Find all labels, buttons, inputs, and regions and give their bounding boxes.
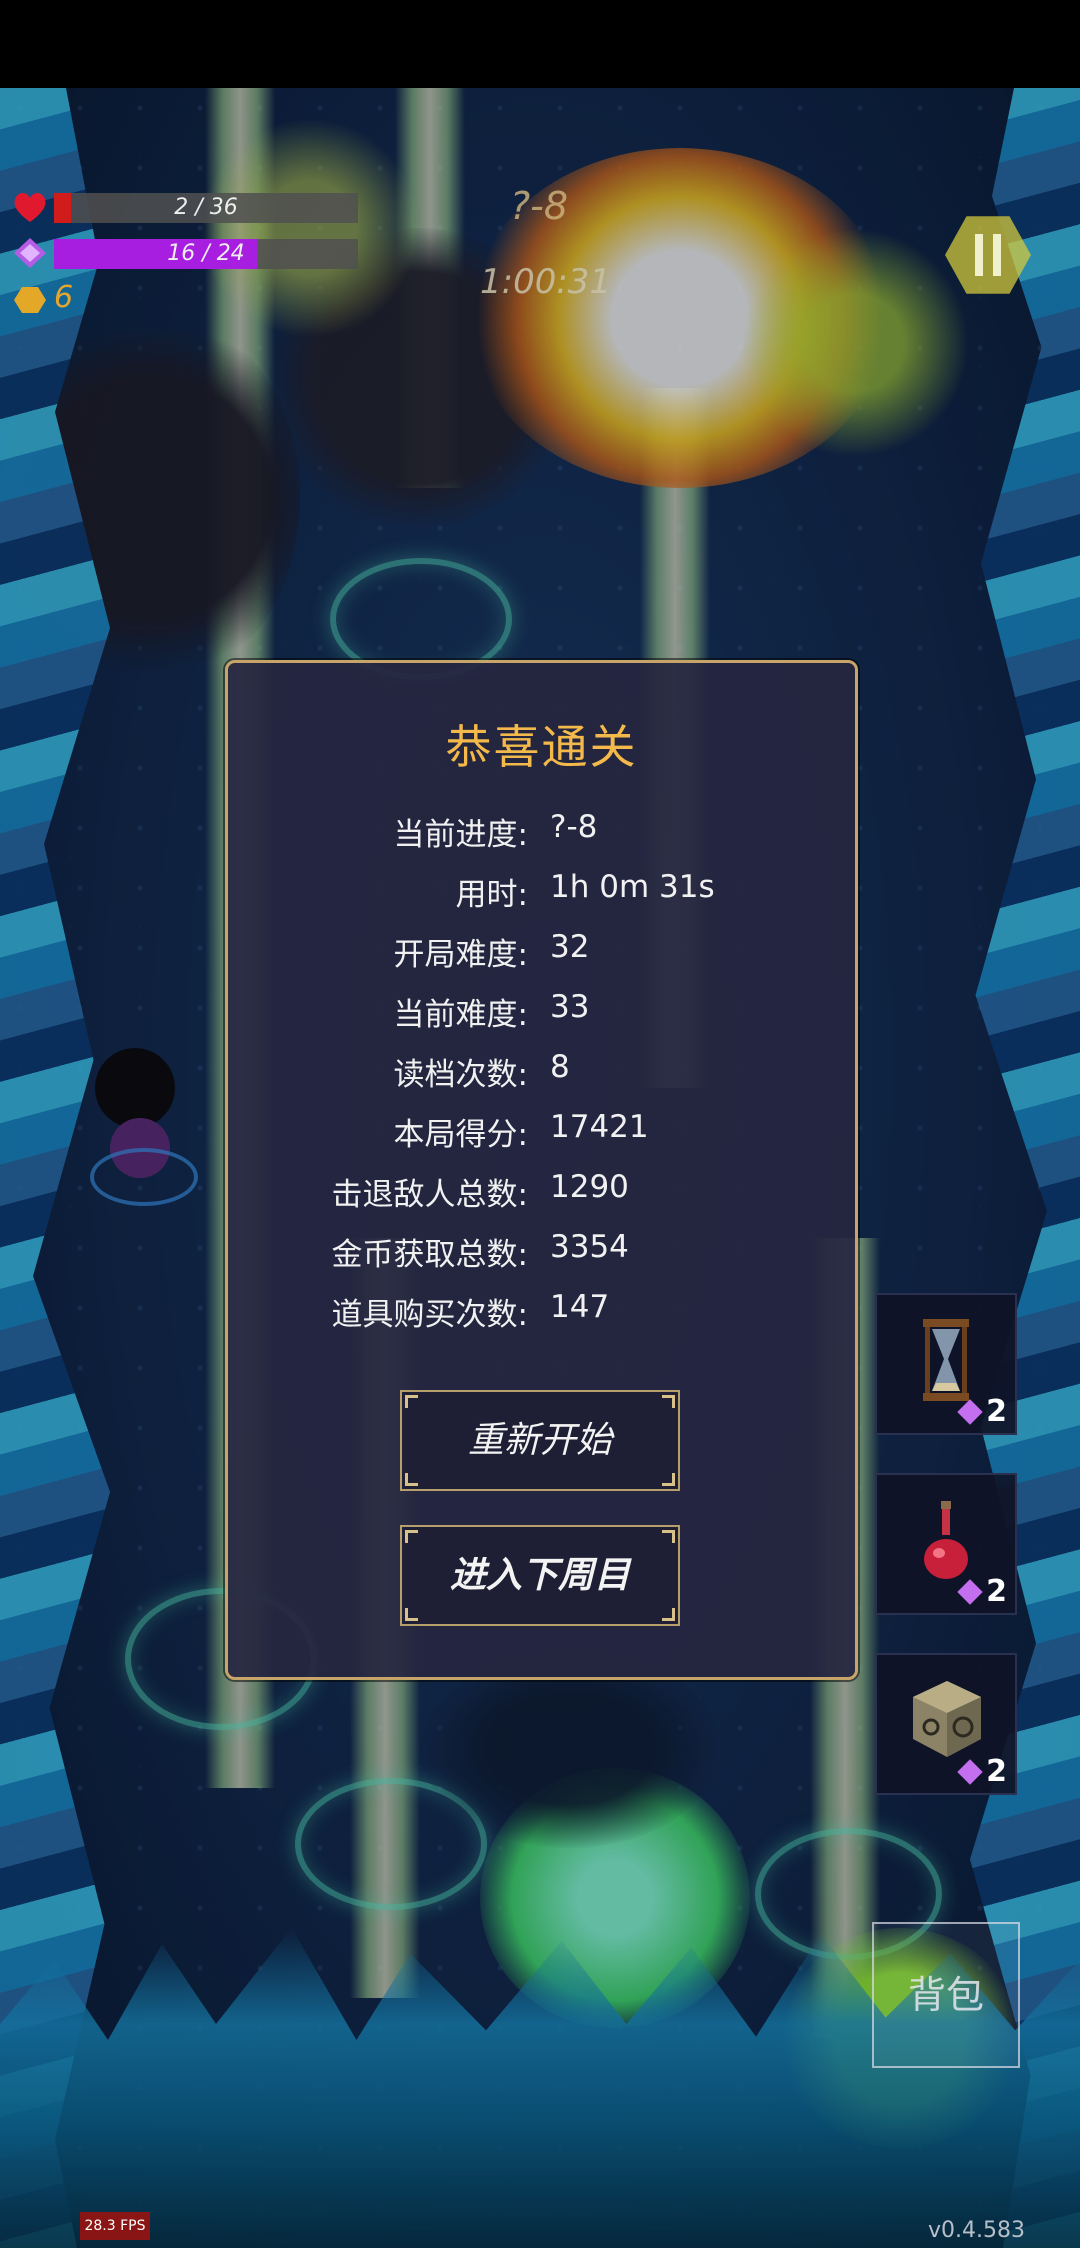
frame-corner [662,1608,675,1621]
fps-counter: 28.3 FPS [80,2212,150,2240]
restart-button[interactable]: 重新开始 [400,1390,680,1491]
gold-coin-icon [14,287,46,313]
heart-icon [14,192,46,222]
backpack-button[interactable]: 背包 [872,1922,1020,2068]
item-slot-rune-cube[interactable]: 2 [875,1653,1017,1795]
item-slot-potion[interactable]: 2 [875,1473,1017,1615]
stat-label: 金币获取总数: [331,1237,528,1273]
pause-icon [975,234,983,276]
stat-value: 17421 [550,1109,649,1145]
status-bar-area [0,0,1080,88]
stat-label: 道具购买次数: [331,1297,528,1333]
frame-corner [405,1395,418,1408]
restart-label: 重新开始 [467,1420,612,1461]
stat-row: 金币获取总数: 3354 [228,1229,855,1273]
level-complete-dialog: 恭喜通关 当前进度: ?-8 用时: 1h 0m 31s 开局难度: 32 当前… [225,660,858,1680]
stat-value: 32 [550,929,590,965]
stat-row: 用时: 1h 0m 31s [228,869,855,913]
gold-count: 6 [54,280,74,315]
stat-value: 3354 [550,1229,629,1265]
frame-corner [662,1395,675,1408]
frame-corner [662,1473,675,1486]
stat-value: 147 [550,1289,610,1325]
pause-icon [993,234,1001,276]
item-count: 2 [986,1394,1007,1429]
hp-bar: 2 / 36 [54,193,358,223]
frame-corner [662,1530,675,1543]
stat-value: ?-8 [550,809,598,845]
frame-corner [405,1530,418,1543]
stat-label: 击退敌人总数: [331,1177,528,1213]
stat-value: 33 [550,989,590,1025]
stat-value: 1290 [550,1169,629,1205]
stat-label: 读档次数: [393,1057,528,1093]
stat-row: 击退敌人总数: 1290 [228,1169,855,1213]
stat-label: 开局难度: [393,937,528,973]
next-cycle-label: 进入下周目 [449,1555,630,1596]
stat-row: 道具购买次数: 147 [228,1289,855,1333]
stat-label: 当前进度: [393,817,528,853]
next-cycle-button[interactable]: 进入下周目 [400,1525,680,1626]
mana-text: 16 / 24 [167,241,245,266]
stat-row: 读档次数: 8 [228,1049,855,1093]
stat-label: 当前难度: [393,997,528,1033]
red-potion-icon [924,1501,968,1579]
frame-corner [405,1473,418,1486]
item-count: 2 [986,1574,1007,1609]
elapsed-timer: 1:00:31 [480,262,612,302]
gem-icon [957,1579,983,1605]
item-count: 2 [986,1754,1007,1789]
level-indicator: ?-8 [510,184,569,228]
hourglass-icon [923,1319,969,1401]
stat-value: 8 [550,1049,570,1085]
gem-icon [957,1759,983,1785]
frame-corner [405,1608,418,1621]
stat-label: 用时: [455,877,528,913]
mana-gem-icon [14,238,46,268]
stat-row: 当前进度: ?-8 [228,809,855,853]
stat-row: 当前难度: 33 [228,989,855,1033]
rune-cube-icon [913,1681,981,1757]
stat-label: 本局得分: [393,1117,528,1153]
stat-row: 本局得分: 17421 [228,1109,855,1153]
gem-icon [957,1399,983,1425]
stat-value: 1h 0m 31s [550,869,715,905]
dialog-title: 恭喜通关 [445,720,638,774]
mana-bar: 16 / 24 [54,239,358,269]
version-label: v0.4.583 [928,2218,1025,2243]
stat-row: 开局难度: 32 [228,929,855,973]
item-slot-hourglass[interactable]: 2 [875,1293,1017,1435]
hp-text: 2 / 36 [174,195,238,220]
